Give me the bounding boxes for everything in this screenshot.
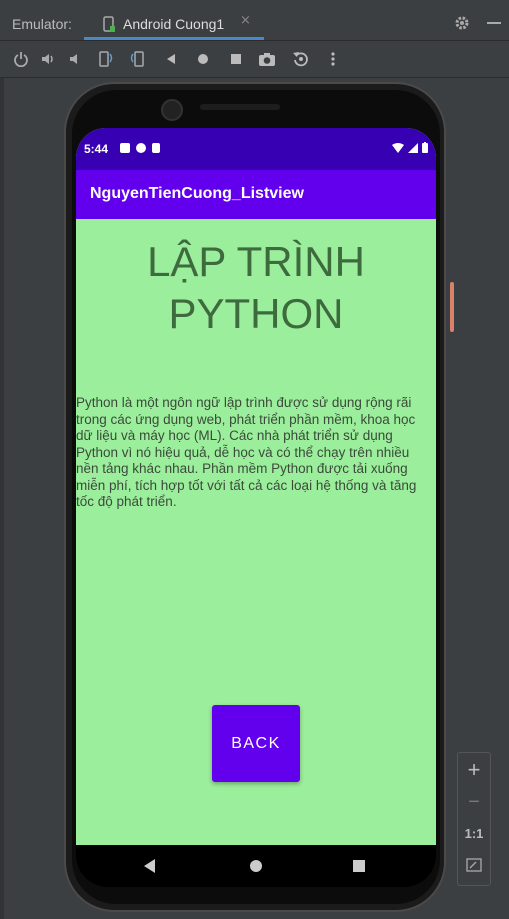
wifi-icon xyxy=(392,142,404,153)
nav-back-icon[interactable] xyxy=(144,859,156,873)
zoom-ratio-button[interactable]: 1:1 xyxy=(458,826,490,841)
back-button[interactable]: BACK xyxy=(212,705,300,782)
signal-icon xyxy=(408,142,418,153)
close-icon[interactable]: × xyxy=(240,13,251,28)
home-icon[interactable] xyxy=(192,48,214,70)
zoom-panel: + − 1:1 xyxy=(457,752,491,886)
navigation-bar xyxy=(76,845,436,887)
system-icons xyxy=(392,142,428,153)
heading-line-2: PYTHON xyxy=(168,290,344,337)
gear-icon[interactable] xyxy=(454,15,470,31)
more-icon[interactable] xyxy=(322,48,344,70)
replay-icon[interactable] xyxy=(290,48,312,70)
minimize-icon[interactable] xyxy=(487,22,501,24)
status-bar: 5:44 xyxy=(76,128,436,170)
description-text: Python là một ngôn ngữ lập trình được sử… xyxy=(76,395,417,509)
battery-icon xyxy=(422,142,428,153)
overview-icon[interactable] xyxy=(225,48,247,70)
volume-up-icon[interactable] xyxy=(37,48,59,70)
earpiece-speaker xyxy=(200,104,280,110)
zoom-in-button[interactable]: + xyxy=(458,757,490,783)
nav-home-icon[interactable] xyxy=(250,860,262,872)
notification-icons xyxy=(120,143,160,153)
page-heading: LẬP TRÌNH PYTHON xyxy=(76,236,436,340)
nav-overview-icon[interactable] xyxy=(353,860,365,872)
front-camera xyxy=(161,99,183,121)
phone-screen: 5:44 NguyenTienCuong_Listview LẬP TRÌNH … xyxy=(76,128,436,848)
heading-line-1: LẬP TRÌNH xyxy=(147,238,365,285)
notification-p-icon xyxy=(136,143,146,153)
tab-title: Android Cuong1 xyxy=(123,16,225,32)
back-icon[interactable] xyxy=(160,48,182,70)
sd-card-icon xyxy=(152,143,160,153)
zoom-out-button[interactable]: − xyxy=(458,791,490,814)
status-time: 5:44 xyxy=(84,142,109,156)
emulator-toolbar xyxy=(0,41,509,78)
left-border xyxy=(0,78,4,919)
notification-a-icon xyxy=(120,143,130,153)
rotate-right-icon[interactable] xyxy=(127,48,149,70)
camera-icon[interactable] xyxy=(256,48,278,70)
volume-down-icon[interactable] xyxy=(64,48,86,70)
emulator-tabbar: Emulator: Android Cuong1 × xyxy=(0,0,509,41)
emulator-label: Emulator: xyxy=(12,16,72,32)
app-bar: NguyenTienCuong_Listview xyxy=(76,170,436,219)
power-button[interactable] xyxy=(450,282,454,332)
tab-android-cuong1[interactable]: Android Cuong1 × xyxy=(84,8,264,40)
app-title: NguyenTienCuong_Listview xyxy=(90,185,304,202)
rotate-left-icon[interactable] xyxy=(94,48,116,70)
power-icon[interactable] xyxy=(10,48,32,70)
fit-screen-icon[interactable] xyxy=(466,858,482,872)
device-icon xyxy=(103,16,115,32)
